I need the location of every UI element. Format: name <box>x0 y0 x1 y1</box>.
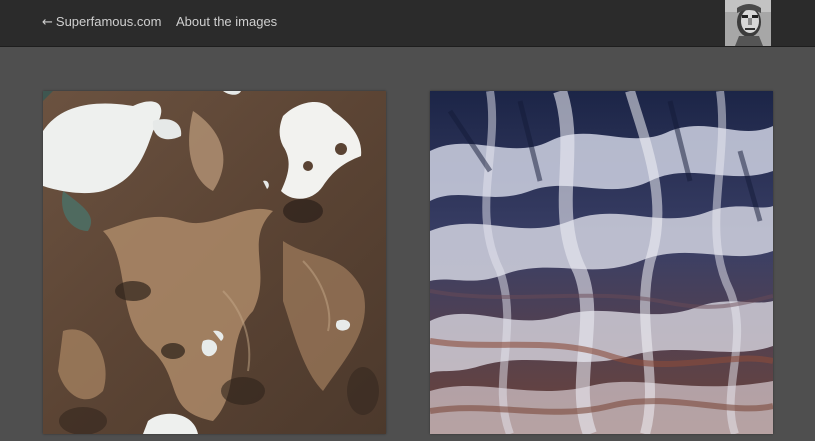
back-link-label: Superfamous.com <box>55 14 162 29</box>
back-to-superfamous-link[interactable]: ← Superfamous.com <box>42 14 161 31</box>
aerial-terrain-image <box>43 91 386 434</box>
avatar[interactable] <box>725 0 771 46</box>
aerial-ridges-image <box>430 91 773 434</box>
about-images-link[interactable]: About the images <box>176 14 277 30</box>
statue-head-icon <box>725 0 771 46</box>
top-navigation-bar: ← Superfamous.com About the images <box>0 0 815 47</box>
gallery-image-aerial-terrain[interactable] <box>43 91 386 434</box>
back-arrow-icon: ← <box>42 15 53 30</box>
gallery-image-snowy-ridges[interactable] <box>430 91 773 434</box>
